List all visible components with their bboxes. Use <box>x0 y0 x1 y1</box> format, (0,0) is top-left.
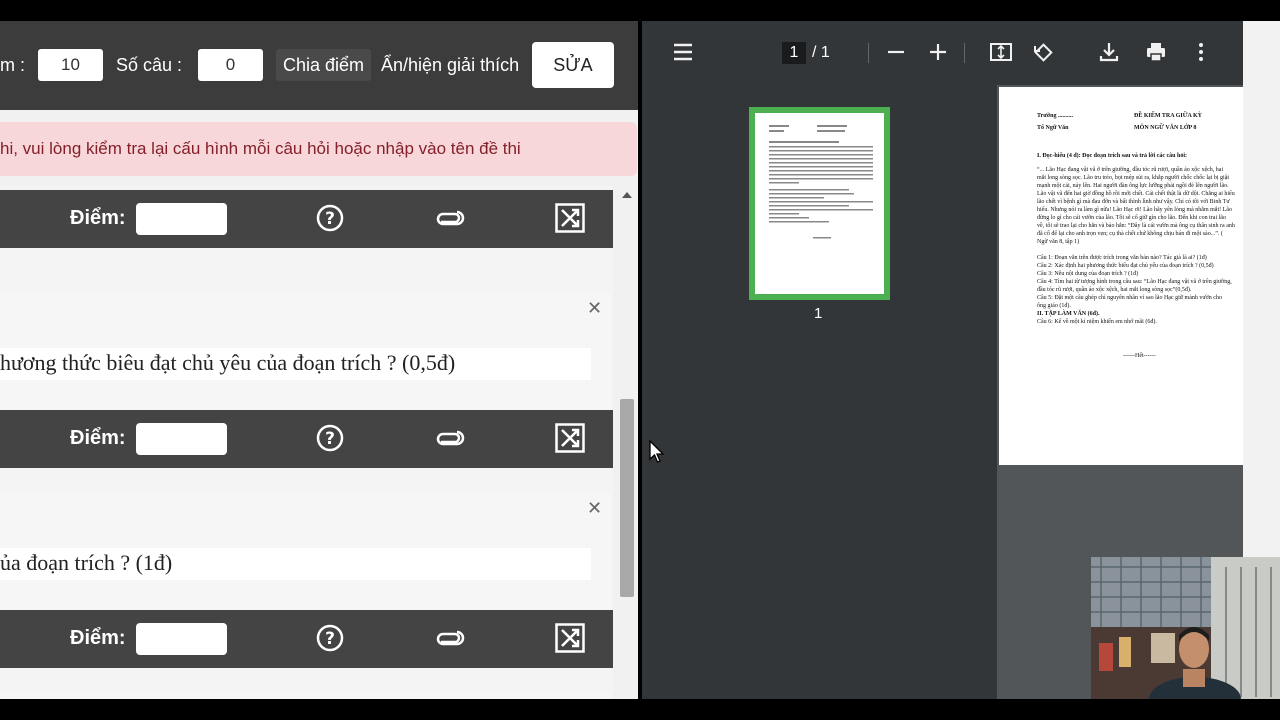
validation-alert: hi, vui lòng kiểm tra lại cấu hình mỗi c… <box>0 122 637 176</box>
passage-line: đã cố để lại cho anh trọn vẹn; cụ thà ch… <box>1037 231 1223 237</box>
svg-text:?: ? <box>325 429 335 449</box>
score-label: m : <box>0 55 25 75</box>
page-total: / 1 <box>812 44 830 61</box>
print-icon[interactable] <box>1145 41 1167 63</box>
question-score-bar: Điểm: ? <box>0 410 613 468</box>
question-count-label: Số câu : <box>116 55 183 75</box>
download-icon[interactable] <box>1098 41 1120 63</box>
mouse-cursor-icon <box>649 440 665 464</box>
exam-subject: MÔN NGỮ VĂN LỚP 8 <box>1134 125 1197 131</box>
exam-question-line: ông giáo (1đ). <box>1037 303 1071 309</box>
question-card: ✕ <box>0 692 611 699</box>
help-icon[interactable]: ? <box>315 423 347 455</box>
scroll-up-arrow-icon[interactable] <box>622 192 632 198</box>
toolbar-divider <box>964 43 965 63</box>
close-icon[interactable]: ✕ <box>587 698 602 699</box>
exam-title: ĐỀ KIỂM TRA GIỮA KỲ <box>1134 113 1203 119</box>
exam-editor-panel: m : 10 Số câu : 0 Chia điểm Ẩn/hiện giải… <box>0 21 638 699</box>
section-2-heading: II. TẬP LÀM VĂN (6đ). <box>1037 311 1100 317</box>
group-name: Tổ Ngữ Văn <box>1037 125 1069 131</box>
exam-question-line: Câu 5: Đặt một câu ghép chỉ nguyên nhân … <box>1037 295 1222 301</box>
score-input[interactable] <box>136 423 227 455</box>
passage-line: hiểu. Nhưng nói ra làm gì nữa! Lão Hạc ơ… <box>1037 207 1232 213</box>
editor-scrollbar[interactable] <box>616 186 638 699</box>
shuffle-icon[interactable] <box>555 203 587 235</box>
attach-icon[interactable] <box>435 623 467 655</box>
question-card: ✕ hương thức biêu đạt chủ yêu của đoạn t… <box>0 292 611 411</box>
exam-question-line: Câu 1: Đoạn văn trên được trích trong vă… <box>1037 255 1207 261</box>
toolbar-divider <box>868 43 869 63</box>
pdf-toolbar: 1 / 1 <box>642 21 1243 85</box>
school-name: Trường .......... <box>1037 113 1073 119</box>
shuffle-icon[interactable] <box>555 623 587 655</box>
svg-text:?: ? <box>325 629 335 649</box>
attach-icon[interactable] <box>435 423 467 455</box>
score-input[interactable] <box>136 623 227 655</box>
section-1-heading: I. Đọc-hiểu (4 đ): Đọc đoạn trích sau và… <box>1037 153 1187 159</box>
passage-line: mạnh một cái, nảy lên. Hai người đàn ông… <box>1037 183 1229 189</box>
score-field-label: Điểm: <box>70 627 126 649</box>
passage-line: đừng lo gì cho cái vườn của lão. Tôi sẽ … <box>1037 215 1226 221</box>
exam-question-line: Câu 4: Tìm hai từ tượng hình trong câu s… <box>1037 279 1232 285</box>
editor-toolbar: m : 10 Số câu : 0 Chia điểm Ẩn/hiện giải… <box>0 21 638 110</box>
exam-question-line: Câu 6: Kể về một kỉ niệm khiến em nhớ mã… <box>1037 319 1157 325</box>
passage-line: về, tôi sẽ trao lại cho hắn và bảo hắn: … <box>1037 223 1235 229</box>
question-score-bar: Điểm: ? <box>0 610 613 668</box>
shuffle-icon[interactable] <box>555 423 587 455</box>
divide-points-button[interactable]: Chia điểm <box>276 49 372 81</box>
question-text-input[interactable]: ủa đoạn trích ? (1đ) <box>0 548 591 580</box>
exam-question-line: đầu tóc rũ rượi, quần áo xộc xệch, hai m… <box>1037 287 1192 293</box>
pdf-page: Trường .......... ĐỀ KIỂM TRA GIỮA KỲ Tổ… <box>999 87 1243 465</box>
fit-page-icon[interactable] <box>989 41 1013 63</box>
exam-question-line: Câu 3: Nêu nội dung của đoạn trích ? (1đ… <box>1037 271 1139 277</box>
zoom-in-icon[interactable] <box>928 41 948 63</box>
question-text-input[interactable]: hương thức biêu đạt chủ yêu của đoạn trí… <box>0 348 591 380</box>
exam-question-line: Câu 2: Xác định hai phương thức biểu đạt… <box>1037 263 1214 269</box>
page-thumbnail[interactable] <box>749 107 890 300</box>
thumbnail-page-number: 1 <box>814 305 823 322</box>
more-options-icon[interactable] <box>1196 41 1206 63</box>
question-card: ✕ ủa đoạn trích ? (1đ) <box>0 492 611 611</box>
webcam-overlay <box>1091 557 1280 699</box>
score-field-label: Điểm: <box>70 207 126 229</box>
rotate-icon[interactable] <box>1032 41 1056 63</box>
help-icon[interactable]: ? <box>315 623 347 655</box>
zoom-out-icon[interactable] <box>886 41 906 63</box>
edit-button[interactable]: SỬA <box>532 42 614 88</box>
question-score-bar: Điểm: ? <box>0 190 613 248</box>
score-input[interactable] <box>136 203 227 235</box>
passage-line: Lão vật vã đến hai giờ đồng hồ rồi mới c… <box>1037 191 1235 197</box>
screen: m : 10 Số câu : 0 Chia điểm Ẩn/hiện giải… <box>0 0 1280 720</box>
menu-icon[interactable] <box>672 41 694 63</box>
passage-line: “... Lão Hạc đang vật vã ở trên giường, … <box>1037 167 1224 173</box>
passage-line: lão chết vì bệnh gì mà đau đớn và bất th… <box>1037 199 1230 205</box>
score-field-label: Điểm: <box>70 427 126 449</box>
toggle-explanation-button[interactable]: Ẩn/hiện giải thích <box>381 55 519 76</box>
help-icon[interactable]: ? <box>315 203 347 235</box>
question-count-input[interactable]: 0 <box>198 49 263 81</box>
close-icon[interactable]: ✕ <box>587 498 602 519</box>
svg-text:?: ? <box>325 209 335 229</box>
page-number-input[interactable]: 1 <box>782 42 806 64</box>
question-list[interactable]: Điểm: ? ✕ hương thức biêu đạt chủ yêu củ… <box>0 186 613 699</box>
attach-icon[interactable] <box>435 203 467 235</box>
total-score-input[interactable]: 10 <box>38 49 103 81</box>
passage-line: mắt long sòng sọc. Lão tru tréo, bọt mép… <box>1037 175 1230 181</box>
scrollbar-thumb[interactable] <box>620 399 634 597</box>
close-icon[interactable]: ✕ <box>587 298 602 319</box>
page-footer: ------Hết------ <box>1123 353 1156 359</box>
passage-line: Ngữ văn 8, tập 1) <box>1037 239 1080 245</box>
